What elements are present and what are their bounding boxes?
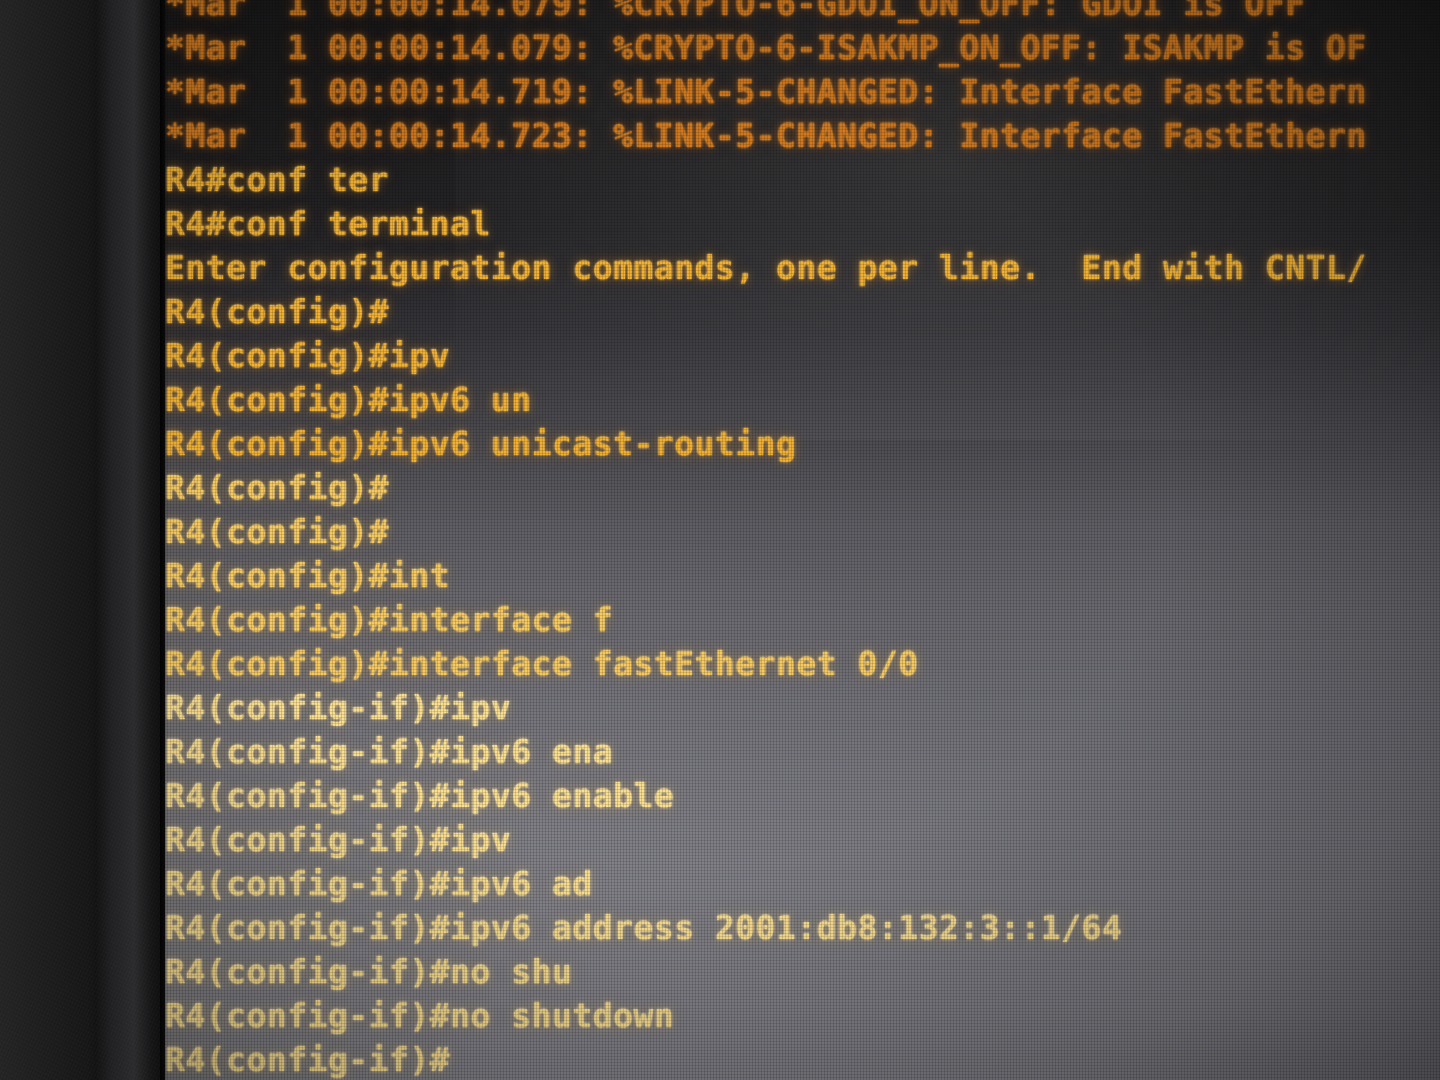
console-line: R4(config-if)#no shutdown xyxy=(165,996,675,1035)
console-line: *Mar 1 00:00:14.723: %LINK-5-CHANGED: In… xyxy=(165,116,1367,155)
console-line: R4(config-if)#ipv xyxy=(165,688,512,727)
console-line: R4(config)#ipv6 unicast-routing xyxy=(165,424,797,463)
console-line: R4(config)#int xyxy=(165,556,451,595)
console-line: R4(config-if)#ipv6 enable xyxy=(165,776,675,815)
bezel-inner-shadow xyxy=(160,0,167,1080)
console-line: R4(config)# xyxy=(165,468,390,507)
terminal-photo: *Mar 1 00:00:14.079: %CRYPTO-6-GDOI_ON_O… xyxy=(0,0,1440,1080)
console-text-area[interactable]: *Mar 1 00:00:14.079: %CRYPTO-6-GDOI_ON_O… xyxy=(165,0,1440,1080)
console-line: R4(config-if)#ipv6 ena xyxy=(165,732,614,771)
console-line: R4(config-if)#ipv6 address 2001:db8:132:… xyxy=(165,908,1123,947)
console-line: *Mar 1 00:00:14.079: %CRYPTO-6-GDOI_ON_O… xyxy=(165,0,1306,23)
console-line: R4(config)#ipv6 un xyxy=(165,380,532,419)
console-line: R4(config)# xyxy=(165,512,390,551)
console-line: R4#conf ter xyxy=(165,160,390,199)
console-line: R4(config-if)#ipv xyxy=(165,820,512,859)
console-line: R4#conf terminal xyxy=(165,204,491,243)
console-line: R4(config)#interface fastEthernet 0/0 xyxy=(165,644,919,683)
console-line: R4(config)# xyxy=(165,292,390,331)
console-line: R4(config-if)#no shu xyxy=(165,952,573,991)
monitor-bezel xyxy=(0,0,165,1080)
console-line: *Mar 1 00:00:14.719: %LINK-5-CHANGED: In… xyxy=(165,72,1367,111)
console-line: *Mar 1 00:00:14.079: %CRYPTO-6-ISAKMP_ON… xyxy=(165,28,1367,67)
console-line: R4(config)#interface f xyxy=(165,600,614,639)
console-line: R4(config-if)# xyxy=(165,1040,451,1079)
console-line: R4(config-if)#ipv6 ad xyxy=(165,864,593,903)
console-line: Enter configuration commands, one per li… xyxy=(165,248,1367,287)
console-screen[interactable]: *Mar 1 00:00:14.079: %CRYPTO-6-GDOI_ON_O… xyxy=(155,0,1440,1080)
console-line: R4(config)#ipv xyxy=(165,336,451,375)
